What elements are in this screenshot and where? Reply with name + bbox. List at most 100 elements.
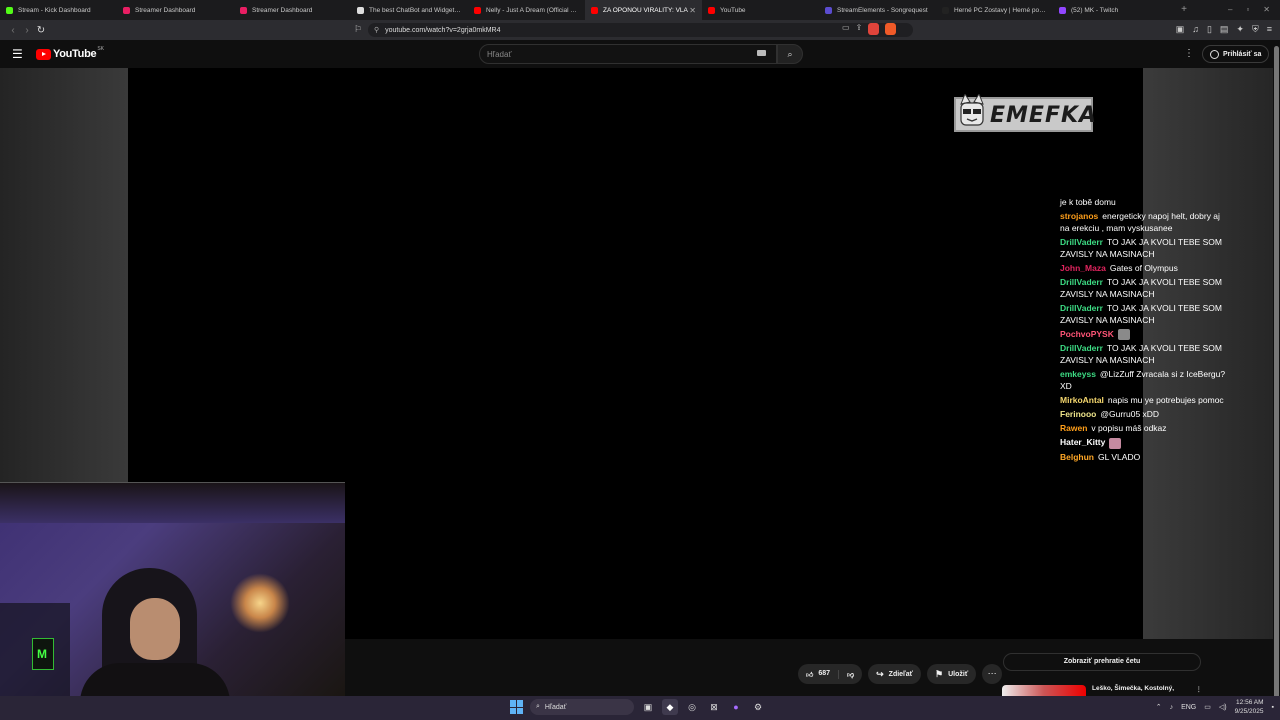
settings-kebab-icon[interactable]: ⋮ xyxy=(1184,48,1194,59)
save-label: Uložiť xyxy=(948,670,969,678)
browser-tab[interactable]: StreamElements - Songrequest xyxy=(819,0,936,20)
chat-text: napis mu ye potrebujes pomoc xyxy=(1107,395,1224,406)
browser-tab[interactable]: YouTube xyxy=(702,0,819,20)
new-tab-button[interactable]: + xyxy=(1176,4,1192,15)
tab-label: Herné PC Zostavy | Herné počítač xyxy=(954,6,1047,14)
tabs-icon[interactable]: ▤ xyxy=(1220,24,1229,35)
search-icon: ⌕ xyxy=(787,49,793,59)
recommendation-thumbnail[interactable] xyxy=(1002,685,1086,696)
browser-tab[interactable]: The best ChatBot and Widgets for xyxy=(351,0,468,20)
more-actions-button[interactable]: ⋯ xyxy=(982,664,1003,684)
page-scrollbar[interactable] xyxy=(1273,40,1280,720)
recommendation-title[interactable]: Leško, Šimečka, Kostolný, xyxy=(1092,685,1174,696)
leo-icon[interactable]: ✦ xyxy=(1236,24,1244,35)
tab-favicon-icon xyxy=(6,6,13,14)
share-button[interactable]: ↪ Zdieľať xyxy=(868,664,922,684)
chat-message: DrillVaderr TO JAK JA KVOLI TEBE SOM ZAVI… xyxy=(1058,276,1226,300)
cast-icon[interactable]: ▭ xyxy=(842,23,850,35)
browser-tab[interactable]: Nelly - Just A Dream (Official Musi xyxy=(468,0,585,20)
taskbar-apps: ⌕ Hľadať ▣ ◆ ◎ ⊠ ● ⚙ xyxy=(510,699,766,715)
chat-message: PochvoPYSK xyxy=(1058,328,1226,341)
clock[interactable]: 12:56 AM 9/25/2025 xyxy=(1235,698,1264,716)
tab-favicon-icon xyxy=(357,6,364,14)
screen: { "browser": { "tabs": [ {"label": "Stre… xyxy=(0,0,1280,720)
emefka-text: EMEFKA xyxy=(990,103,1098,128)
steam-icon[interactable]: ⚙ xyxy=(750,699,766,715)
tab-label: StreamElements - Songrequest xyxy=(837,6,928,14)
search-input[interactable]: Hľadať xyxy=(479,44,777,64)
windows-taskbar: ⌕ Hľadať ▣ ◆ ◎ ⊠ ● ⚙ ⌃ ♪ ENG ▭ ◁) 12:56 … xyxy=(0,696,1280,720)
restore-icon[interactable]: ▫ xyxy=(1246,5,1249,14)
chat-username: PochvoPYSK xyxy=(1060,329,1114,339)
microphone-icon[interactable]: ♪ xyxy=(1170,704,1174,711)
browser-tab[interactable]: Stream - Kick Dashboard xyxy=(0,0,117,20)
like-button[interactable]: 👍︎ 687 xyxy=(798,669,840,679)
network-icon[interactable]: ▭ xyxy=(1204,703,1211,711)
browser-tab[interactable]: (52) MK - Twitch xyxy=(1053,0,1170,20)
show-chat-replay-button[interactable]: Zobraziť prehratie četu xyxy=(1003,653,1201,671)
address-bar-row: ‹ › ↻ ⚐ ⚲ youtube.com/watch?v=2grja0mkMR… xyxy=(0,20,1280,40)
browser-toolbar-right: ▣ ♫ ▯ ▤ ✦ ⛨ ≡ xyxy=(1176,24,1272,35)
bookmark-icon[interactable]: ⚐ xyxy=(354,24,362,35)
chat-message: strojanos energeticky napoj helt, dobry a… xyxy=(1058,210,1226,234)
back-icon[interactable]: ‹ xyxy=(6,25,20,36)
sidebar-icon[interactable]: ▯ xyxy=(1207,24,1212,35)
tray-overflow-icon[interactable]: ⌃ xyxy=(1156,703,1162,711)
recommendation-item[interactable]: Leško, Šimečka, Kostolný, ⋮ xyxy=(1002,685,1202,696)
save-button[interactable]: ⚑ Uložiť xyxy=(927,664,977,684)
ambient-left xyxy=(0,68,128,482)
youtube-header: ☰ YouTube SK Hľadať ⌕ ⋮ Prihlásiť sa xyxy=(0,40,1280,69)
share-page-icon[interactable]: ⇪ xyxy=(856,23,863,35)
dislike-button[interactable]: 👎︎ xyxy=(839,670,862,679)
windows-start-icon[interactable] xyxy=(510,700,524,714)
browser-tab[interactable]: Streamer Dashboard xyxy=(117,0,234,20)
chat-message: DrillVaderr TO JAK JA KVOLI TEBE SOM ZAVI… xyxy=(1058,342,1226,366)
music-icon[interactable]: ♫ xyxy=(1192,24,1199,35)
chat-emote-icon xyxy=(1117,329,1130,341)
browser-tab[interactable]: Streamer Dashboard xyxy=(234,0,351,20)
close-window-icon[interactable]: ✕ xyxy=(1263,5,1270,14)
more-icon: ⋯ xyxy=(987,668,997,678)
recommendation-menu-icon[interactable]: ⋮ xyxy=(1196,685,1203,696)
sign-in-label: Prihlásiť sa xyxy=(1223,50,1262,58)
chat-username: Hater_Kitty xyxy=(1060,437,1106,448)
obs-icon[interactable]: ◎ xyxy=(684,699,700,715)
chat-message: je k tobě domu xyxy=(1058,196,1226,208)
emefka-logo: EMEFKA xyxy=(954,94,1098,134)
taskbar-search[interactable]: ⌕ Hľadať xyxy=(530,699,634,715)
tab-label: YouTube xyxy=(720,6,746,14)
brave-rewards-icon[interactable] xyxy=(885,23,897,35)
scrollbar-thumb[interactable] xyxy=(1274,46,1279,720)
energy-can xyxy=(32,638,54,670)
site-info-icon[interactable]: ⚲ xyxy=(374,26,379,34)
url-field[interactable]: ⚲ youtube.com/watch?v=2grja0mkMR4 xyxy=(368,23,913,37)
minimize-icon[interactable]: – xyxy=(1228,5,1232,14)
tab-close-icon[interactable]: ✕ xyxy=(689,6,696,15)
forward-icon[interactable]: › xyxy=(20,25,34,36)
xbox-icon[interactable]: ⊠ xyxy=(706,699,722,715)
browser-tab[interactable]: ZA OPONOU VIRALITY: VLA ✕ xyxy=(585,0,702,20)
sign-in-button[interactable]: Prihlásiť sa xyxy=(1202,45,1270,63)
taskbar-search-icon: ⌕ xyxy=(536,703,540,710)
vpn-icon[interactable]: ⛨ xyxy=(1252,24,1259,35)
keyboard-icon[interactable] xyxy=(757,50,766,56)
volume-icon[interactable]: ◁) xyxy=(1219,703,1227,711)
language-indicator[interactable]: ENG xyxy=(1181,704,1196,711)
chat-username: DrillVaderr xyxy=(1060,343,1103,354)
brave-shields-icon[interactable] xyxy=(868,23,880,35)
menu-icon[interactable]: ≡ xyxy=(1267,24,1272,35)
search-button[interactable]: ⌕ xyxy=(777,44,803,64)
taskbar-search-label: Hľadať xyxy=(544,703,567,711)
hamburger-menu-icon[interactable]: ☰ xyxy=(12,47,24,61)
browser-tab[interactable]: Herné PC Zostavy | Herné počítač xyxy=(936,0,1053,20)
wallet-icon[interactable]: ▣ xyxy=(1176,24,1185,35)
video-actions: 👍︎ 687 👎︎ ↪ Zdieľať ⚑ Uložiť ⋯ xyxy=(798,664,1003,684)
reload-icon[interactable]: ↻ xyxy=(34,25,48,36)
tab-label: The best ChatBot and Widgets for xyxy=(369,6,462,14)
youtube-logo[interactable]: YouTube SK xyxy=(36,46,104,60)
tab-label: Stream - Kick Dashboard xyxy=(18,6,91,14)
brave-browser-icon[interactable]: ◆ xyxy=(662,699,678,715)
task-view-icon[interactable]: ▣ xyxy=(640,699,656,715)
notifications-icon[interactable]: ▪ xyxy=(1272,704,1274,711)
messenger-icon[interactable]: ● xyxy=(728,699,744,715)
